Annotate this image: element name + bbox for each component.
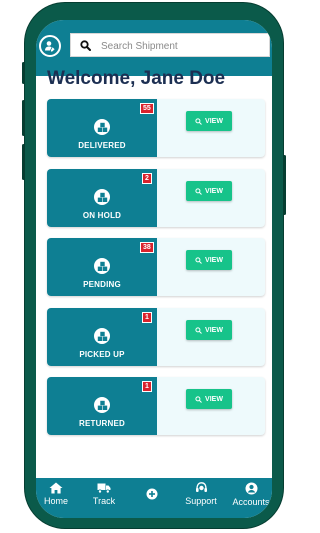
- view-button[interactable]: VIEW: [186, 389, 232, 409]
- nav-support[interactable]: Support: [181, 482, 221, 506]
- nav-support-label: Support: [185, 496, 217, 506]
- count-badge: 1: [142, 381, 152, 392]
- phone-side-button: [22, 62, 25, 84]
- welcome-heading: Welcome, Jane Doe: [47, 68, 226, 89]
- status-card-delivered: DELIVERED 55 VIEW: [47, 99, 265, 157]
- headset-icon: [195, 482, 207, 492]
- count-badge: 55: [140, 103, 154, 114]
- phone-power-button: [283, 155, 286, 215]
- status-label: PENDING: [83, 280, 121, 289]
- search-bar[interactable]: [70, 33, 270, 57]
- count-badge: 38: [140, 242, 154, 253]
- nav-add[interactable]: [132, 488, 172, 502]
- view-label: VIEW: [205, 326, 223, 334]
- magnifier-icon: [195, 256, 202, 264]
- magnifier-icon: [195, 117, 202, 125]
- boxes-icon: [94, 328, 110, 344]
- boxes-icon: [94, 189, 110, 205]
- status-label: DELIVERED: [78, 141, 126, 150]
- view-button[interactable]: VIEW: [186, 250, 232, 270]
- view-label: VIEW: [205, 187, 223, 195]
- view-label: VIEW: [205, 256, 223, 264]
- bottom-nav: Home Track Support Accounts: [36, 478, 272, 518]
- status-card-on-hold: ON HOLD 2 VIEW: [47, 169, 265, 227]
- status-card-panel: PICKED UP 1: [47, 308, 157, 366]
- status-card-picked-up: PICKED UP 1 VIEW: [47, 308, 265, 366]
- status-card-panel: ON HOLD 2: [47, 169, 157, 227]
- nav-home-label: Home: [43, 496, 68, 506]
- status-card-pending: PENDING 38 VIEW: [47, 238, 265, 296]
- view-label: VIEW: [205, 395, 223, 403]
- nav-accounts[interactable]: Accounts: [229, 482, 272, 507]
- view-label: VIEW: [205, 117, 223, 125]
- status-card-panel: PENDING 38: [47, 238, 157, 296]
- status-label: PICKED UP: [79, 350, 125, 359]
- boxes-icon: [94, 119, 110, 135]
- boxes-icon: [94, 258, 110, 274]
- view-button[interactable]: VIEW: [186, 181, 232, 201]
- count-badge: 1: [142, 312, 152, 323]
- status-card-panel: RETURNED 1: [47, 377, 157, 435]
- search-icon: [80, 40, 91, 51]
- view-button[interactable]: VIEW: [186, 111, 232, 131]
- nav-accounts-label: Accounts: [232, 497, 270, 507]
- count-badge: 2: [142, 173, 152, 184]
- view-button[interactable]: VIEW: [186, 320, 232, 340]
- phone-side-button: [22, 100, 25, 136]
- app-screen: Welcome, Jane Doe DELIVERED 55 VIEW ON H…: [36, 20, 272, 518]
- magnifier-icon: [195, 187, 202, 195]
- status-card-panel: DELIVERED 55: [47, 99, 157, 157]
- home-icon: [49, 482, 63, 494]
- magnifier-icon: [195, 395, 202, 403]
- user-circle-icon: [245, 482, 257, 495]
- phone-side-button: [22, 144, 25, 180]
- boxes-icon: [94, 397, 110, 413]
- truck-icon: [97, 483, 111, 494]
- magnifier-icon: [195, 326, 202, 334]
- nav-home[interactable]: Home: [36, 482, 76, 506]
- nav-track[interactable]: Track: [84, 482, 124, 506]
- plus-circle-icon: [146, 488, 158, 500]
- status-label: RETURNED: [78, 419, 126, 428]
- nav-track-label: Track: [92, 496, 116, 506]
- search-input[interactable]: [101, 37, 266, 55]
- status-card-returned: RETURNED 1 VIEW: [47, 377, 265, 435]
- user-edit-icon[interactable]: [39, 35, 61, 57]
- status-label: ON HOLD: [82, 211, 122, 220]
